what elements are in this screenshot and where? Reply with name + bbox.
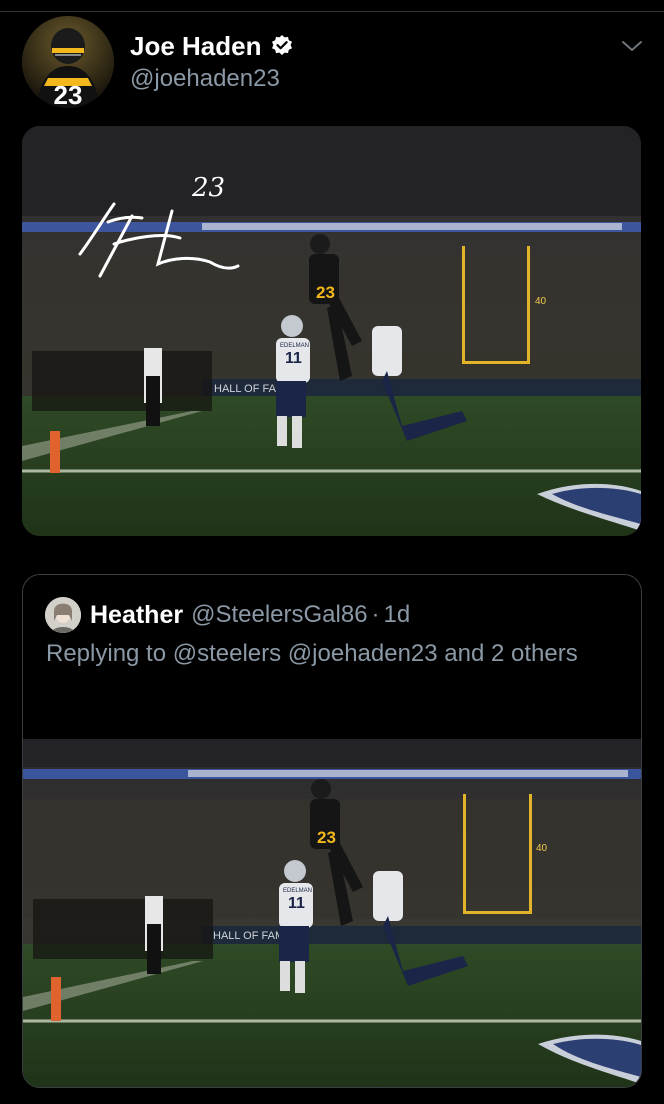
quoted-author-name[interactable]: Heather [90, 601, 183, 630]
avatar-jersey-number: 23 [54, 80, 83, 108]
quoted-receiver-nameplate: EDELMAN [283, 888, 312, 894]
defender-jersey-number: 23 [316, 283, 335, 302]
author-avatar[interactable]: 23 [22, 16, 114, 108]
quoted-receiver-jersey-number: 11 [288, 895, 305, 912]
quoted-tweet-media-photo[interactable]: 40 HALL OF FAME 11 EDELMAN 23 [23, 739, 641, 1087]
time-separator: · [371, 601, 380, 628]
quoted-defender-jersey-number: 23 [317, 828, 336, 847]
quoted-tweet-header: Heather @SteelersGal86 · 1d [45, 597, 410, 633]
top-divider [0, 11, 664, 12]
yard-marker-label: 40 [535, 296, 547, 307]
author-handle[interactable]: @joehaden23 [130, 64, 294, 94]
quoted-tweet-card[interactable]: Heather @SteelersGal86 · 1d Replying to … [22, 574, 642, 1088]
receiver-jersey-number: 11 [285, 350, 302, 367]
quoted-author-avatar[interactable] [45, 597, 81, 633]
tweet-media-photo[interactable]: 40 HALL OF FAME 11 EDELMAN 23 23 [22, 126, 641, 536]
verified-badge-icon [270, 34, 294, 58]
receiver-nameplate: EDELMAN [280, 343, 309, 349]
quoted-yard-marker-label: 40 [536, 843, 548, 854]
author-name-row[interactable]: Joe Haden [130, 30, 294, 62]
quoted-author-handle[interactable]: @SteelersGal86 [191, 601, 367, 629]
replying-to-text: Replying to @steelers @joehaden23 and 2 … [46, 640, 578, 667]
quoted-tweet-time[interactable]: 1d [384, 601, 411, 629]
signature-number: 23 [191, 173, 225, 203]
tweet-header: Joe Haden @joehaden23 [130, 30, 294, 94]
author-name[interactable]: Joe Haden [130, 30, 262, 62]
chevron-down-icon[interactable] [620, 36, 644, 56]
